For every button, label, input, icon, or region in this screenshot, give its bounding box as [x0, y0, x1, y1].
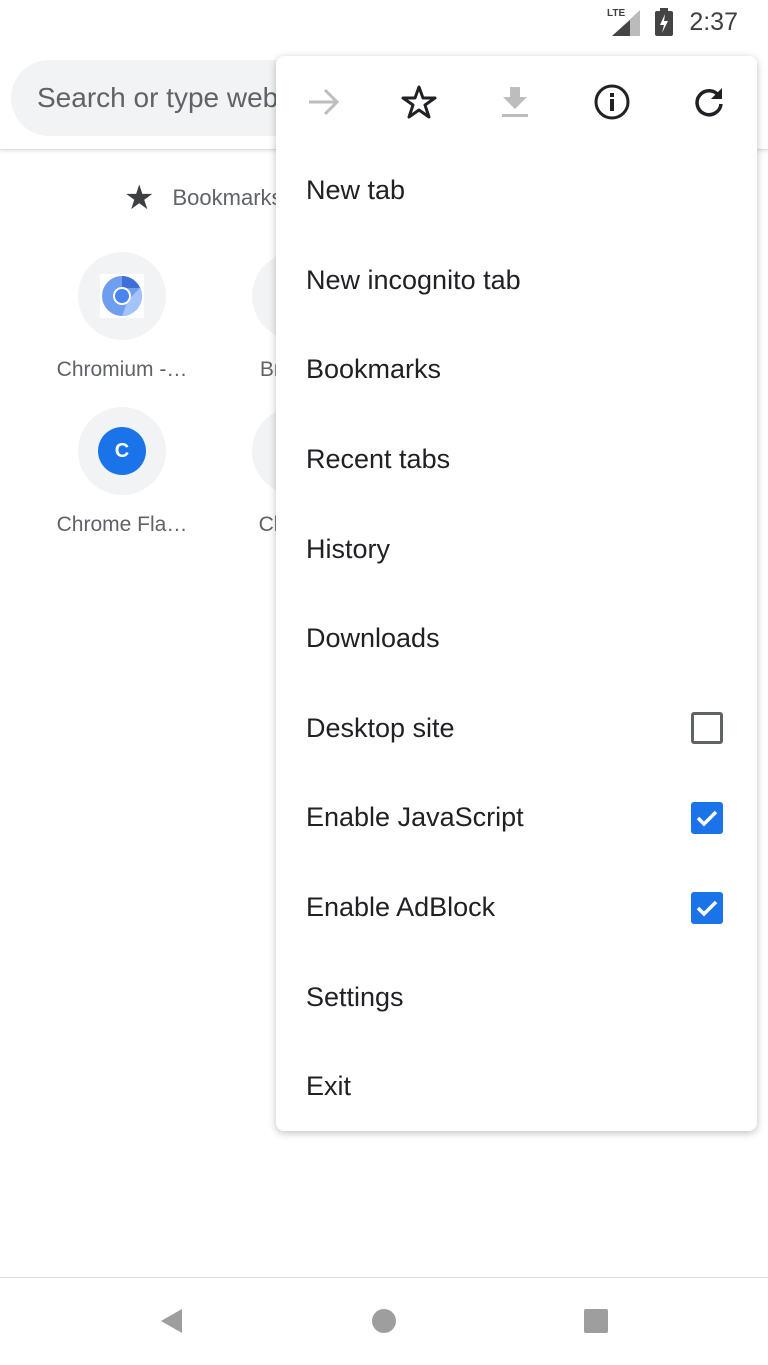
home-icon[interactable]	[371, 1308, 397, 1334]
menu-item-desktop-site[interactable]: Desktop site	[276, 684, 757, 774]
overflow-menu: New tab New incognito tab Bookmarks Rece…	[276, 56, 757, 1131]
check-icon	[696, 900, 718, 917]
check-icon	[696, 810, 718, 827]
system-nav-bar	[0, 1277, 768, 1365]
menu-item-new-incognito-tab[interactable]: New incognito tab	[276, 236, 757, 326]
desktop-site-checkbox[interactable]	[691, 712, 723, 745]
chromium-logo-icon	[100, 274, 144, 318]
recents-icon[interactable]	[584, 1309, 608, 1333]
back-icon[interactable]	[160, 1308, 184, 1334]
bookmarks-link[interactable]: ★ Bookmarks	[124, 178, 283, 218]
download-icon[interactable]	[491, 78, 539, 126]
signal-icon	[612, 10, 640, 36]
menu-item-exit[interactable]: Exit	[276, 1042, 757, 1132]
menu-item-history[interactable]: History	[276, 504, 757, 594]
menu-item-bookmarks[interactable]: Bookmarks	[276, 325, 757, 415]
forward-icon[interactable]	[300, 78, 348, 126]
menu-item-downloads[interactable]: Downloads	[276, 594, 757, 684]
clock: 2:37	[689, 8, 738, 36]
reload-icon[interactable]	[685, 78, 733, 126]
menu-item-enable-javascript[interactable]: Enable JavaScript	[276, 773, 757, 863]
bookmark-star-icon[interactable]	[395, 78, 443, 126]
javascript-checkbox[interactable]	[691, 801, 723, 834]
info-icon[interactable]	[588, 78, 636, 126]
letter-c-icon: C	[98, 427, 146, 475]
adblock-checkbox[interactable]	[691, 891, 723, 924]
battery-charging-icon	[655, 8, 673, 36]
tile-chromium[interactable]: Chromium -…	[47, 252, 197, 382]
tile-chrome-flags[interactable]: C Chrome Fla…	[47, 407, 197, 537]
star-filled-icon: ★	[124, 179, 155, 217]
menu-item-enable-adblock[interactable]: Enable AdBlock	[276, 863, 757, 953]
menu-item-new-tab[interactable]: New tab	[276, 146, 757, 236]
status-bar: LTE 2:37	[0, 0, 768, 46]
menu-icon-row	[276, 56, 757, 146]
menu-item-settings[interactable]: Settings	[276, 952, 757, 1042]
bookmarks-label: Bookmarks	[172, 185, 283, 210]
menu-item-recent-tabs[interactable]: Recent tabs	[276, 415, 757, 505]
